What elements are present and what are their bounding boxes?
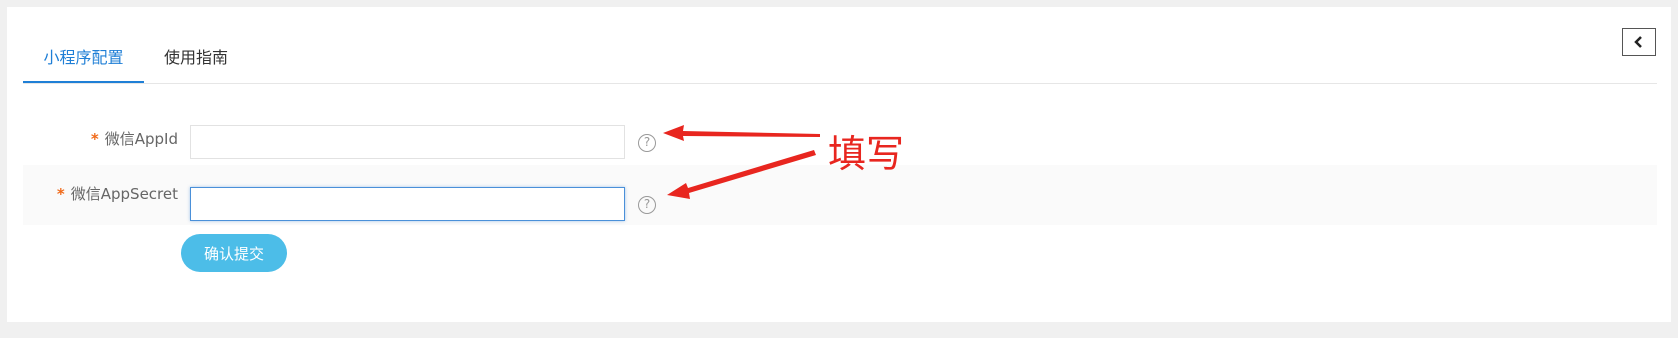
arrow-to-appsecret [667, 150, 816, 199]
annotation-label: 填写 [828, 132, 905, 176]
arrow-to-appid [663, 125, 820, 141]
